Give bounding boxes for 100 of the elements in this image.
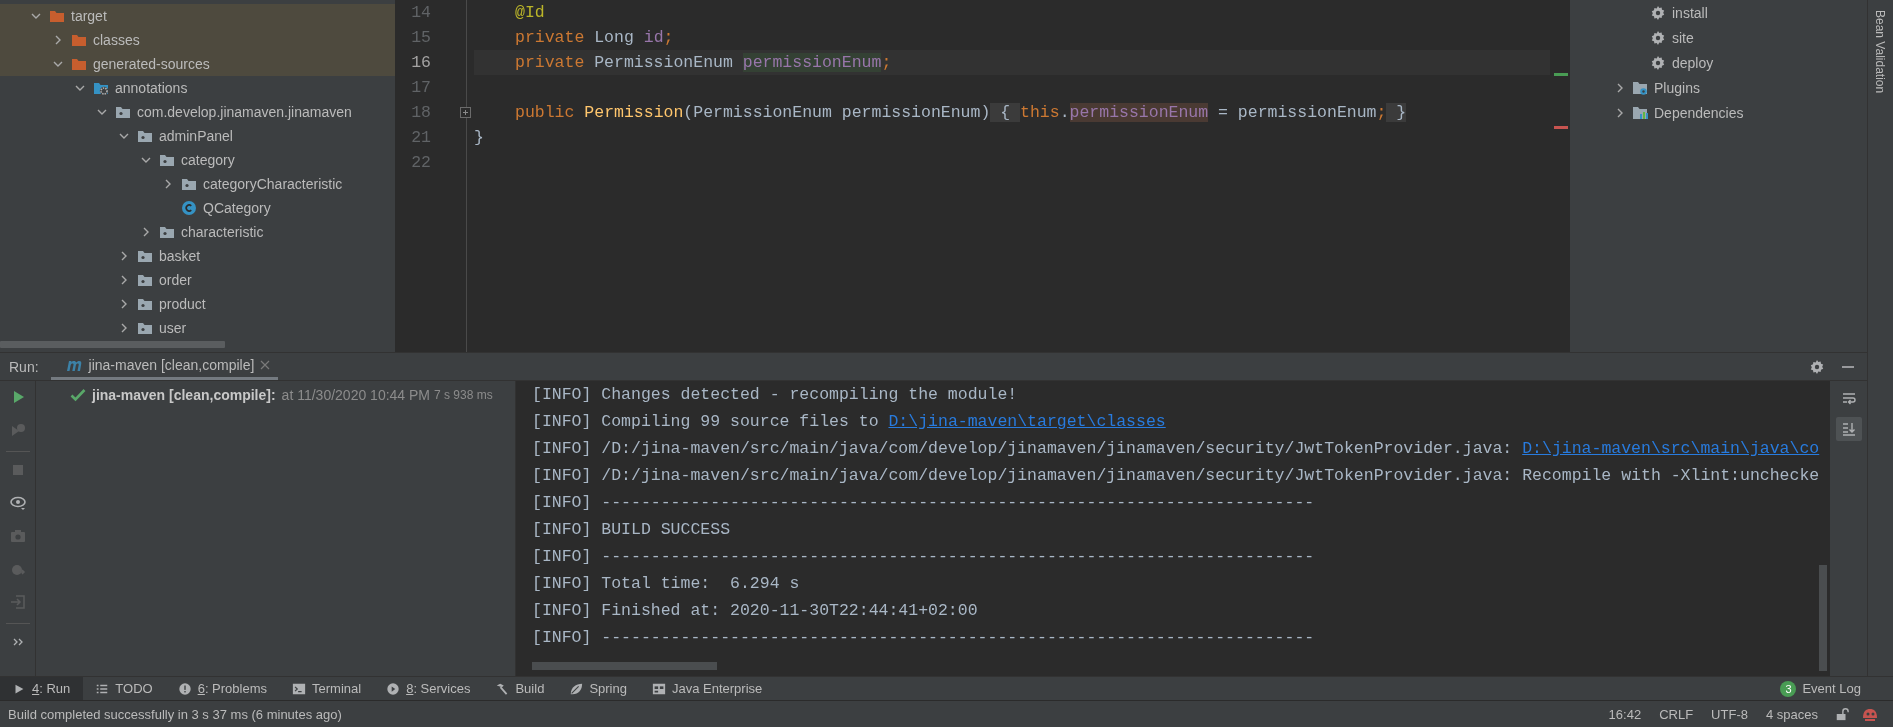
tool-window-button[interactable]: Build [483, 677, 558, 700]
line-number: 17 [410, 77, 431, 99]
window-grid-icon [651, 681, 666, 696]
play-circle-icon [386, 681, 401, 696]
console-line: [INFO] /D:/jina-maven/src/main/java/com/develop/jinamaven/jinamaven/security/JwtTokenProvider.java: D:\jina-maven\src\main\java\co [532, 438, 1821, 460]
line-number: 16 [410, 52, 431, 74]
code-line: private Long id; [514, 27, 675, 49]
folder-chart-icon [1632, 104, 1648, 121]
file-link[interactable]: D:\jina-maven\target\classes [888, 412, 1166, 431]
panel-title: Run: [8, 357, 40, 377]
console-line: [INFO] BUILD SUCCESS [532, 519, 732, 541]
console-line: [INFO] ------------------------------------------------------------------------ [532, 492, 1316, 514]
status-widget[interactable]: 16:42 [1599, 706, 1651, 722]
scrollbar-thumb[interactable] [1819, 565, 1827, 671]
run-tab[interactable]: jina-maven [clean,compile] [50, 353, 279, 380]
tool-window-button[interactable]: TODO [83, 677, 166, 700]
status-widget[interactable]: CRLF [1650, 706, 1703, 722]
line-number: 21 [410, 127, 431, 149]
package-folder-icon [159, 224, 175, 240]
scrollbar-thumb[interactable] [532, 662, 717, 670]
folder-icon [71, 56, 87, 72]
tree-item[interactable]: com.develop.jinamaven.jinamaven [0, 100, 395, 124]
console-line: [INFO] Finished at: 2020-11-30T22:44:41+02:00 [532, 600, 979, 622]
console-line: [INFO] Compiling 99 source files to D:\jina-maven\target\classes [532, 411, 1167, 433]
tool-window-button[interactable]: Spring [557, 677, 640, 700]
tree-item[interactable]: basket [0, 244, 395, 268]
tree-item[interactable]: target [0, 4, 395, 28]
console-line: [INFO] Changes detected - recompiling the module! [532, 384, 1019, 406]
maven-icon [64, 358, 83, 372]
tree-item[interactable]: order [0, 268, 395, 292]
console-line: [INFO] ------------------------------------------------------------------------ [532, 546, 1316, 568]
change-marker[interactable] [1554, 126, 1568, 129]
status-widget[interactable]: UTF-8 [1702, 706, 1757, 722]
lock-icon[interactable] [1835, 707, 1849, 721]
tool-window-button[interactable]: 8: Services [374, 677, 484, 700]
terminal-icon [292, 681, 306, 696]
settings-icon[interactable] [1809, 358, 1825, 375]
tool-window-button[interactable]: Java Enterprise [639, 677, 776, 700]
scroll-to-end-button[interactable] [1835, 417, 1862, 441]
file-link[interactable]: D:\jina-maven\src\main\java\co [1522, 439, 1820, 458]
inspector-icon[interactable] [1861, 706, 1879, 722]
console-line: [INFO] Total time: 6.294 s [532, 573, 801, 595]
notification-count: 3 [1780, 680, 1797, 697]
tree-item[interactable]: user [0, 316, 395, 340]
run-duration: 7 s 938 ms [434, 388, 493, 402]
run-timestamp: at 11/30/2020 10:44 PM [281, 387, 431, 403]
run-configuration-name[interactable]: jina-maven [clean,compile]: [92, 387, 276, 403]
tree-item[interactable]: Dependencies [1570, 100, 1867, 125]
package-folder-icon [137, 320, 153, 336]
tree-item[interactable]: classes [0, 28, 395, 52]
code-line: @Id [514, 2, 546, 24]
scrollbar-thumb[interactable] [0, 341, 225, 348]
folder-gear-icon [1632, 79, 1648, 96]
folder-gear-icon [93, 80, 109, 96]
close-icon[interactable] [260, 360, 271, 370]
tool-window-button[interactable]: 6: Problems [165, 677, 280, 700]
tree-item[interactable]: product [0, 292, 395, 316]
change-marker[interactable] [1554, 73, 1568, 76]
tree-item[interactable]: deploy [1570, 50, 1867, 75]
package-folder-icon [181, 176, 197, 192]
tool-window-tab[interactable]: Bean Validation [1868, 0, 1892, 104]
status-message: Build completed successfully in 3 s 37 ms (6 minutes ago) [8, 706, 343, 722]
package-folder-icon [159, 152, 175, 168]
tree-item[interactable]: categoryCharacteristic [0, 172, 395, 196]
tool-window-button[interactable]: Terminal [280, 677, 375, 700]
tree-item[interactable]: generated-sources [0, 52, 395, 76]
hammer-icon [495, 681, 510, 696]
gear-icon [1650, 54, 1666, 71]
event-log-button[interactable]: 3 Event Log [1768, 677, 1893, 700]
tree-item[interactable]: Plugins [1570, 75, 1867, 100]
package-folder-icon [137, 248, 153, 264]
line-number: 18 [410, 102, 431, 124]
tree-item[interactable]: annotations [0, 76, 395, 100]
tree-item[interactable]: site [1570, 25, 1867, 50]
tree-item[interactable]: category [0, 148, 395, 172]
package-folder-icon [137, 128, 153, 144]
tree-item[interactable]: QCategory [0, 196, 395, 220]
line-number: 15 [410, 27, 431, 49]
class-icon [181, 200, 197, 216]
line-number: 22 [410, 152, 431, 174]
tree-item[interactable]: install [1570, 0, 1867, 25]
tree-item[interactable]: adminPanel [0, 124, 395, 148]
code-line: public Permission(PermissionEnum permissionEnum) { this.permissionEnum = permissionEnum; } [514, 102, 1408, 124]
status-widget[interactable]: 4 spaces [1756, 706, 1827, 722]
fold-icon[interactable] [459, 107, 471, 118]
package-folder-icon [115, 104, 131, 120]
scroll-to-end-icon [1840, 421, 1857, 437]
code-line: } [474, 127, 485, 149]
package-folder-icon [137, 296, 153, 312]
console-line: [INFO] ------------------------------------------------------------------------ [532, 627, 1316, 649]
leaf-icon [569, 681, 584, 696]
folder-icon [49, 8, 65, 24]
gear-icon [1650, 4, 1666, 21]
console-line: [INFO] /D:/jina-maven/src/main/java/com/develop/jinamaven/jinamaven/security/JwtTokenProvider.java: Recompile with -Xlint:unchecke [532, 465, 1821, 487]
tool-window-button[interactable]: 4: Run [0, 677, 84, 700]
eye-icon[interactable] [9, 495, 26, 511]
tree-item[interactable]: characteristic [0, 220, 395, 244]
gear-icon [1650, 29, 1666, 46]
line-number: 14 [410, 2, 431, 24]
package-folder-icon [137, 272, 153, 288]
